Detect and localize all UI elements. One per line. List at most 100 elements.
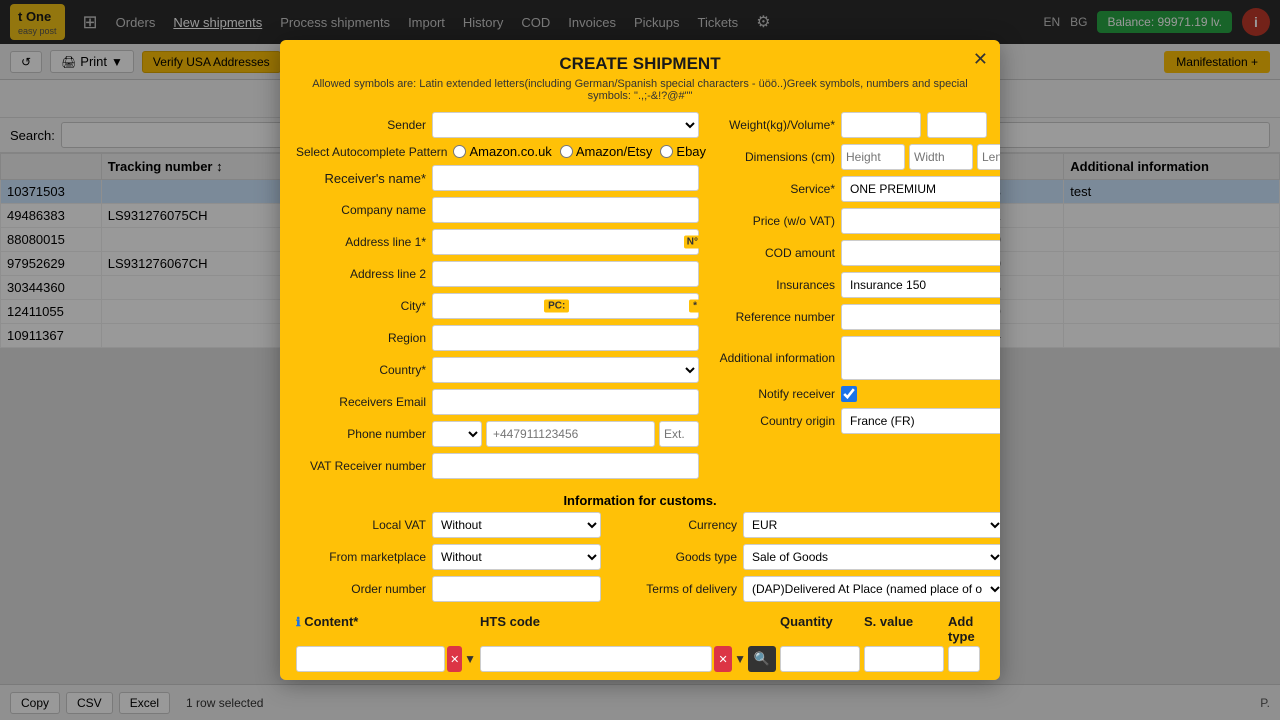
content-item-wrap: Cotton t-shirt ✕ ▼: [296, 646, 476, 672]
modal-close-icon[interactable]: ✕: [973, 50, 988, 68]
cod-label: COD amount: [715, 246, 835, 260]
radio-ebay[interactable]: Ebay: [660, 144, 706, 159]
modal-allowed-text: Allowed symbols are: Latin extended lett…: [280, 78, 1000, 112]
local-vat-select[interactable]: Without: [432, 512, 601, 538]
phone-ext-input[interactable]: [659, 421, 699, 447]
add-type-box[interactable]: [948, 646, 980, 672]
goods-type-group: Goods type Sale of Goods: [617, 544, 1000, 570]
local-vat-group: Local VAT Without: [296, 512, 601, 538]
volume-input[interactable]: [927, 112, 987, 138]
delivery-select[interactable]: (DAP)Delivered At Place (named place of …: [743, 576, 1000, 602]
notify-checkbox[interactable]: [841, 386, 857, 402]
create-shipment-modal: CREATE SHIPMENT ✕ Allowed symbols are: L…: [280, 40, 1000, 680]
currency-label: Currency: [617, 518, 737, 532]
content-col-headers: ℹ Content* HTS code Quantity S. value Ad…: [296, 614, 984, 646]
phone-group: Phone number: [296, 421, 699, 447]
email-label: Receivers Email: [296, 395, 426, 409]
svalue-col-label: S. value: [864, 614, 944, 644]
weight-row: 0.750: [841, 112, 987, 138]
radio-amazon-etsy[interactable]: Amazon/Etsy: [560, 144, 653, 159]
region-input[interactable]: [432, 325, 699, 351]
address2-input[interactable]: [432, 261, 699, 287]
receiver-name-input[interactable]: John Doe: [432, 165, 699, 191]
hts-input[interactable]: 6109100004: [480, 646, 712, 672]
addinfo-group: Additional information: [715, 336, 1000, 380]
address1-input[interactable]: [432, 229, 699, 255]
country-origin-label: Country origin: [715, 414, 835, 428]
content-col-label: ℹ Content*: [296, 614, 476, 644]
phone-row: [432, 421, 699, 447]
dimensions-row: [841, 144, 1000, 170]
dimensions-label: Dimensions (cm): [715, 150, 835, 164]
cod-group: COD amount EUR: [715, 240, 1000, 266]
customs-left: Local VAT Without From marketplace Witho…: [296, 512, 601, 608]
city-group: City* PC: *: [296, 293, 699, 319]
content-clear-button[interactable]: ✕: [447, 646, 462, 672]
quantity-input[interactable]: 1: [780, 646, 860, 672]
phone-number-input[interactable]: [486, 421, 655, 447]
modal-footer: Close Save: [280, 672, 1000, 680]
company-input[interactable]: [432, 197, 699, 223]
svalue-input[interactable]: 22: [864, 646, 944, 672]
notify-label: Notify receiver: [715, 387, 835, 401]
country-origin-select[interactable]: France (FR): [841, 408, 1000, 434]
delivery-label: Terms of delivery: [617, 582, 737, 596]
cod-input[interactable]: [841, 240, 1000, 266]
addtype-col-label: Add type: [948, 614, 984, 644]
reference-input[interactable]: #12345: [841, 304, 1000, 330]
hts-dropdown-arrow: ▼: [734, 652, 746, 666]
price-input[interactable]: [841, 208, 1000, 234]
region-group: Region: [296, 325, 699, 351]
insurance-label: Insurances: [715, 278, 835, 292]
order-number-group: Order number: [296, 576, 601, 602]
phone-code-select[interactable]: [432, 421, 482, 447]
left-column: Sender Select Autocomplete Pattern Amazo…: [296, 112, 699, 485]
height-input[interactable]: [841, 144, 905, 170]
dimensions-group: Dimensions (cm): [715, 144, 1000, 170]
email-input[interactable]: [432, 389, 699, 415]
radio-amazon-uk[interactable]: Amazon.co.uk: [453, 144, 551, 159]
vat-input[interactable]: [432, 453, 699, 479]
goods-type-select[interactable]: Sale of Goods: [743, 544, 1000, 570]
city-input[interactable]: [432, 293, 699, 319]
currency-select[interactable]: EUR: [743, 512, 1000, 538]
region-label: Region: [296, 331, 426, 345]
content-item-input[interactable]: Cotton t-shirt: [296, 646, 445, 672]
width-input[interactable]: [909, 144, 973, 170]
country-origin-group: Country origin France (FR): [715, 408, 1000, 434]
modal-body: Sender Select Autocomplete Pattern Amazo…: [280, 112, 1000, 485]
info-icon: ℹ: [296, 615, 301, 629]
sender-select[interactable]: [432, 112, 699, 138]
service-select[interactable]: ONE PREMIUM: [841, 176, 1000, 202]
service-label: Service*: [715, 182, 835, 196]
modal-title: CREATE SHIPMENT: [559, 54, 720, 74]
hts-wrap: 6109100004 ✕ ▼ 🔍: [480, 646, 776, 672]
autocomplete-label: Select Autocomplete Pattern: [296, 145, 447, 159]
reference-label: Reference number: [715, 310, 835, 324]
sender-group: Sender: [296, 112, 699, 138]
marketplace-select[interactable]: Without: [432, 544, 601, 570]
notify-group: Notify receiver: [715, 386, 1000, 402]
hts-col-label: HTS code: [480, 614, 776, 644]
addinfo-textarea[interactable]: [841, 336, 1000, 380]
company-label: Company name: [296, 203, 426, 217]
hts-search-button[interactable]: 🔍: [748, 646, 776, 672]
order-number-input[interactable]: [432, 576, 601, 602]
marketplace-label: From marketplace: [296, 550, 426, 564]
length-input[interactable]: [977, 144, 1000, 170]
order-number-label: Order number: [296, 582, 426, 596]
price-group: Price (w/o VAT): [715, 208, 1000, 234]
vat-group: VAT Receiver number: [296, 453, 699, 479]
currency-group: Currency EUR: [617, 512, 1000, 538]
content-row: Cotton t-shirt ✕ ▼ 6109100004 ✕ ▼ 🔍 1 22: [296, 646, 984, 672]
local-vat-label: Local VAT: [296, 518, 426, 532]
country-select[interactable]: [432, 357, 699, 383]
hts-clear-button[interactable]: ✕: [714, 646, 732, 672]
weight-input[interactable]: 0.750: [841, 112, 921, 138]
nr-badge: N°: [684, 236, 701, 249]
address2-label: Address line 2: [296, 267, 426, 281]
service-group: Service* ONE PREMIUM: [715, 176, 1000, 202]
address1-label: Address line 1*: [296, 235, 426, 249]
insurance-select[interactable]: Insurance 150: [841, 272, 1000, 298]
modal-header: CREATE SHIPMENT ✕: [280, 40, 1000, 78]
